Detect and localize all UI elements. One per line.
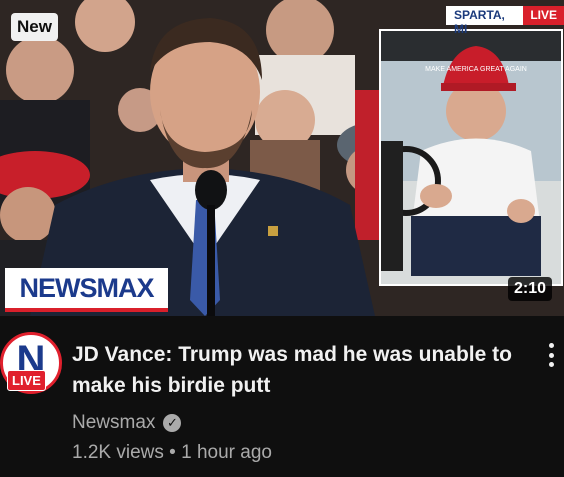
location-text: SPARTA, MI bbox=[446, 6, 524, 36]
cap-text: MAKE AMERICA GREAT AGAIN bbox=[425, 66, 527, 73]
meta-separator: • bbox=[169, 442, 176, 463]
duration-badge: 2:10 bbox=[507, 277, 552, 301]
video-title[interactable]: JD Vance: Trump was mad he was unable to… bbox=[72, 339, 532, 401]
live-tag: LIVE bbox=[523, 6, 564, 25]
inset-photo: MAKE AMERICA GREAT AGAIN bbox=[379, 29, 563, 286]
avatar-live-badge: LIVE bbox=[7, 370, 46, 391]
video-thumbnail[interactable]: MAKE AMERICA GREAT AGAIN SPARTA, MI LIVE… bbox=[0, 0, 564, 316]
verified-check-icon: ✓ bbox=[163, 414, 182, 432]
newsmax-logo: NEWSMAX bbox=[5, 268, 168, 312]
video-meta: 1.2K views • 1 hour ago bbox=[72, 442, 272, 464]
view-count: 1.2K views bbox=[72, 442, 164, 463]
more-options-icon[interactable] bbox=[541, 340, 561, 370]
new-badge: New bbox=[11, 13, 58, 41]
location-banner: SPARTA, MI LIVE bbox=[446, 6, 564, 36]
upload-age: 1 hour ago bbox=[181, 442, 272, 463]
channel-row: Newsmax ✓ bbox=[72, 412, 182, 434]
channel-name[interactable]: Newsmax bbox=[72, 412, 155, 434]
golf-cart-scene: MAKE AMERICA GREAT AGAIN bbox=[381, 31, 561, 284]
